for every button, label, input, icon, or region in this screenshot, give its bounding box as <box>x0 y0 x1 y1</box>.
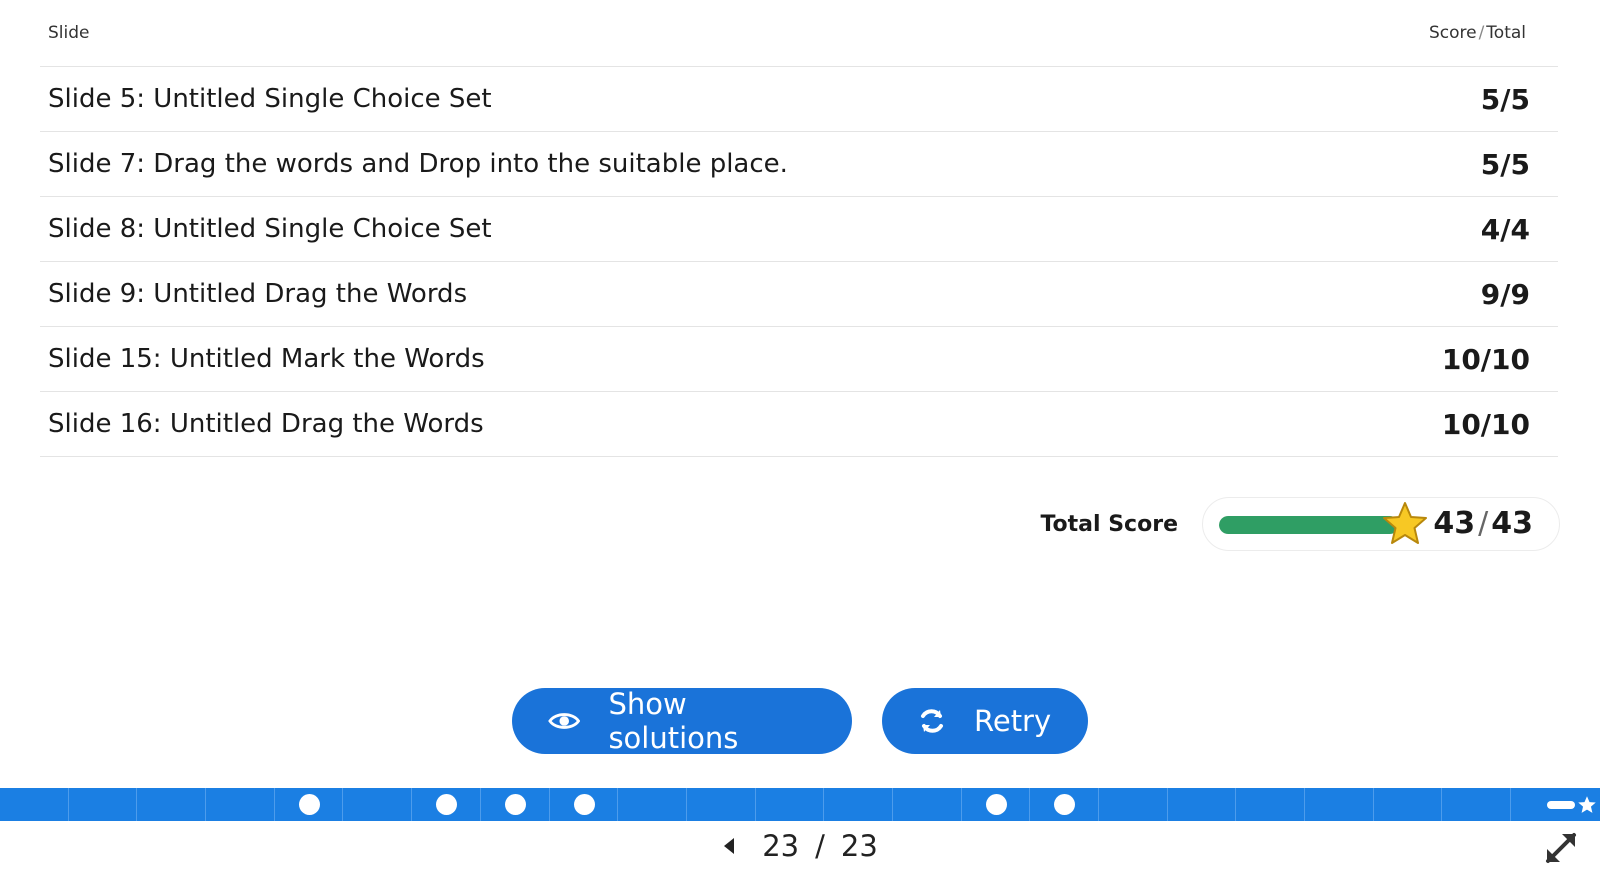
summary-bar <box>1547 801 1576 809</box>
total-score-label: Total Score <box>1040 511 1178 537</box>
row-score: 4/4 <box>1480 212 1530 246</box>
progress-segment-14[interactable] <box>893 788 962 821</box>
answered-dot <box>1054 794 1076 815</box>
footer: 23 / 23 <box>0 821 1600 875</box>
results-table: Slide Score / Total Slide 5: Untitled Sing… <box>40 0 1558 457</box>
row-title: Slide 8: Untitled Single Choice Set <box>48 214 492 244</box>
row-score: 10/10 <box>1441 342 1530 376</box>
row-score: 9/9 <box>1480 277 1530 311</box>
row-score: 5/5 <box>1480 147 1530 181</box>
header-slide: Slide <box>48 23 90 43</box>
progress-segment-11[interactable] <box>687 788 756 821</box>
total-slides-number: 23 <box>840 829 878 863</box>
row-title: Slide 5: Untitled Single Choice Set <box>48 84 492 114</box>
progress-segment-5[interactable] <box>275 788 344 821</box>
refresh-icon <box>921 709 943 733</box>
show-solutions-button[interactable]: Show solutions <box>512 687 852 755</box>
total-score-value: 43/43 <box>1433 506 1533 541</box>
summary-marker <box>1547 795 1597 815</box>
table-row: Slide 16: Untitled Drag the Words 10/10 <box>40 392 1558 457</box>
row-title: Slide 15: Untitled Mark the Words <box>48 344 485 374</box>
progress-segment-4[interactable] <box>206 788 275 821</box>
progress-segment-3[interactable] <box>137 788 207 821</box>
row-title: Slide 16: Untitled Drag the Words <box>48 409 484 439</box>
slide-progress-bar <box>0 788 1600 821</box>
row-title: Slide 9: Untitled Drag the Words <box>48 279 468 309</box>
answered-dot <box>298 794 320 815</box>
action-buttons: Show solutions Retry <box>0 687 1600 755</box>
progress-segment-6[interactable] <box>343 788 413 821</box>
row-score: 5/5 <box>1480 82 1530 116</box>
table-row: Slide 7: Drag the words and Drop into th… <box>40 132 1558 197</box>
progress-segment-10[interactable] <box>618 788 687 821</box>
expand-icon[interactable] <box>1544 831 1578 865</box>
star-icon <box>1383 502 1427 544</box>
header-score-total: Score / Total <box>1428 23 1526 43</box>
progress-segment-18[interactable] <box>1168 788 1237 821</box>
progress-segment-12[interactable] <box>756 788 825 821</box>
total-score-box: 43/43 <box>1202 497 1560 551</box>
total-score-bar <box>1219 516 1399 534</box>
progress-segment-22[interactable] <box>1442 788 1512 821</box>
row-score: 10/10 <box>1441 407 1530 441</box>
progress-segment-8[interactable] <box>481 788 550 821</box>
retry-label: Retry <box>974 704 1052 738</box>
slide-counter-separator: / <box>815 829 825 863</box>
table-row: Slide 5: Untitled Single Choice Set 5/5 <box>40 67 1558 132</box>
progress-segment-21[interactable] <box>1374 788 1443 821</box>
answered-dot <box>573 794 595 815</box>
progress-segment-13[interactable] <box>824 788 893 821</box>
table-row: Slide 15: Untitled Mark the Words 10/10 <box>40 327 1558 392</box>
progress-segment-17[interactable] <box>1099 788 1168 821</box>
progress-segment-19[interactable] <box>1236 788 1306 821</box>
slide-navigation: 23 / 23 <box>0 829 1600 863</box>
star-icon <box>1578 796 1596 813</box>
row-title: Slide 7: Drag the words and Drop into th… <box>48 149 788 179</box>
summary-slide: Slide Score / Total Slide 5: Untitled Sing… <box>0 0 1600 790</box>
progress-segment-7[interactable] <box>412 788 481 821</box>
answered-dot <box>985 794 1007 815</box>
table-row: Slide 9: Untitled Drag the Words 9/9 <box>40 262 1558 327</box>
caret-left-icon[interactable] <box>722 837 736 855</box>
current-slide-number: 23 <box>762 829 800 863</box>
progress-segment-2[interactable] <box>69 788 138 821</box>
progress-segment-16[interactable] <box>1030 788 1099 821</box>
progress-segment-15[interactable] <box>962 788 1031 821</box>
show-solutions-label: Show solutions <box>608 687 739 755</box>
table-row: Slide 8: Untitled Single Choice Set 4/4 <box>40 197 1558 262</box>
progress-segment-9[interactable] <box>550 788 619 821</box>
progress-segment-23[interactable] <box>1511 788 1600 821</box>
answered-dot <box>436 794 458 815</box>
retry-button[interactable]: Retry <box>882 688 1088 754</box>
total-score: Total Score 43/43 <box>1040 497 1560 551</box>
progress-segment-1[interactable] <box>0 788 69 821</box>
progress-segment-20[interactable] <box>1305 788 1374 821</box>
total-score-bar-fill <box>1219 516 1399 534</box>
answered-dot <box>504 794 526 815</box>
table-header: Slide Score / Total <box>40 0 1558 67</box>
eye-icon <box>548 713 581 729</box>
